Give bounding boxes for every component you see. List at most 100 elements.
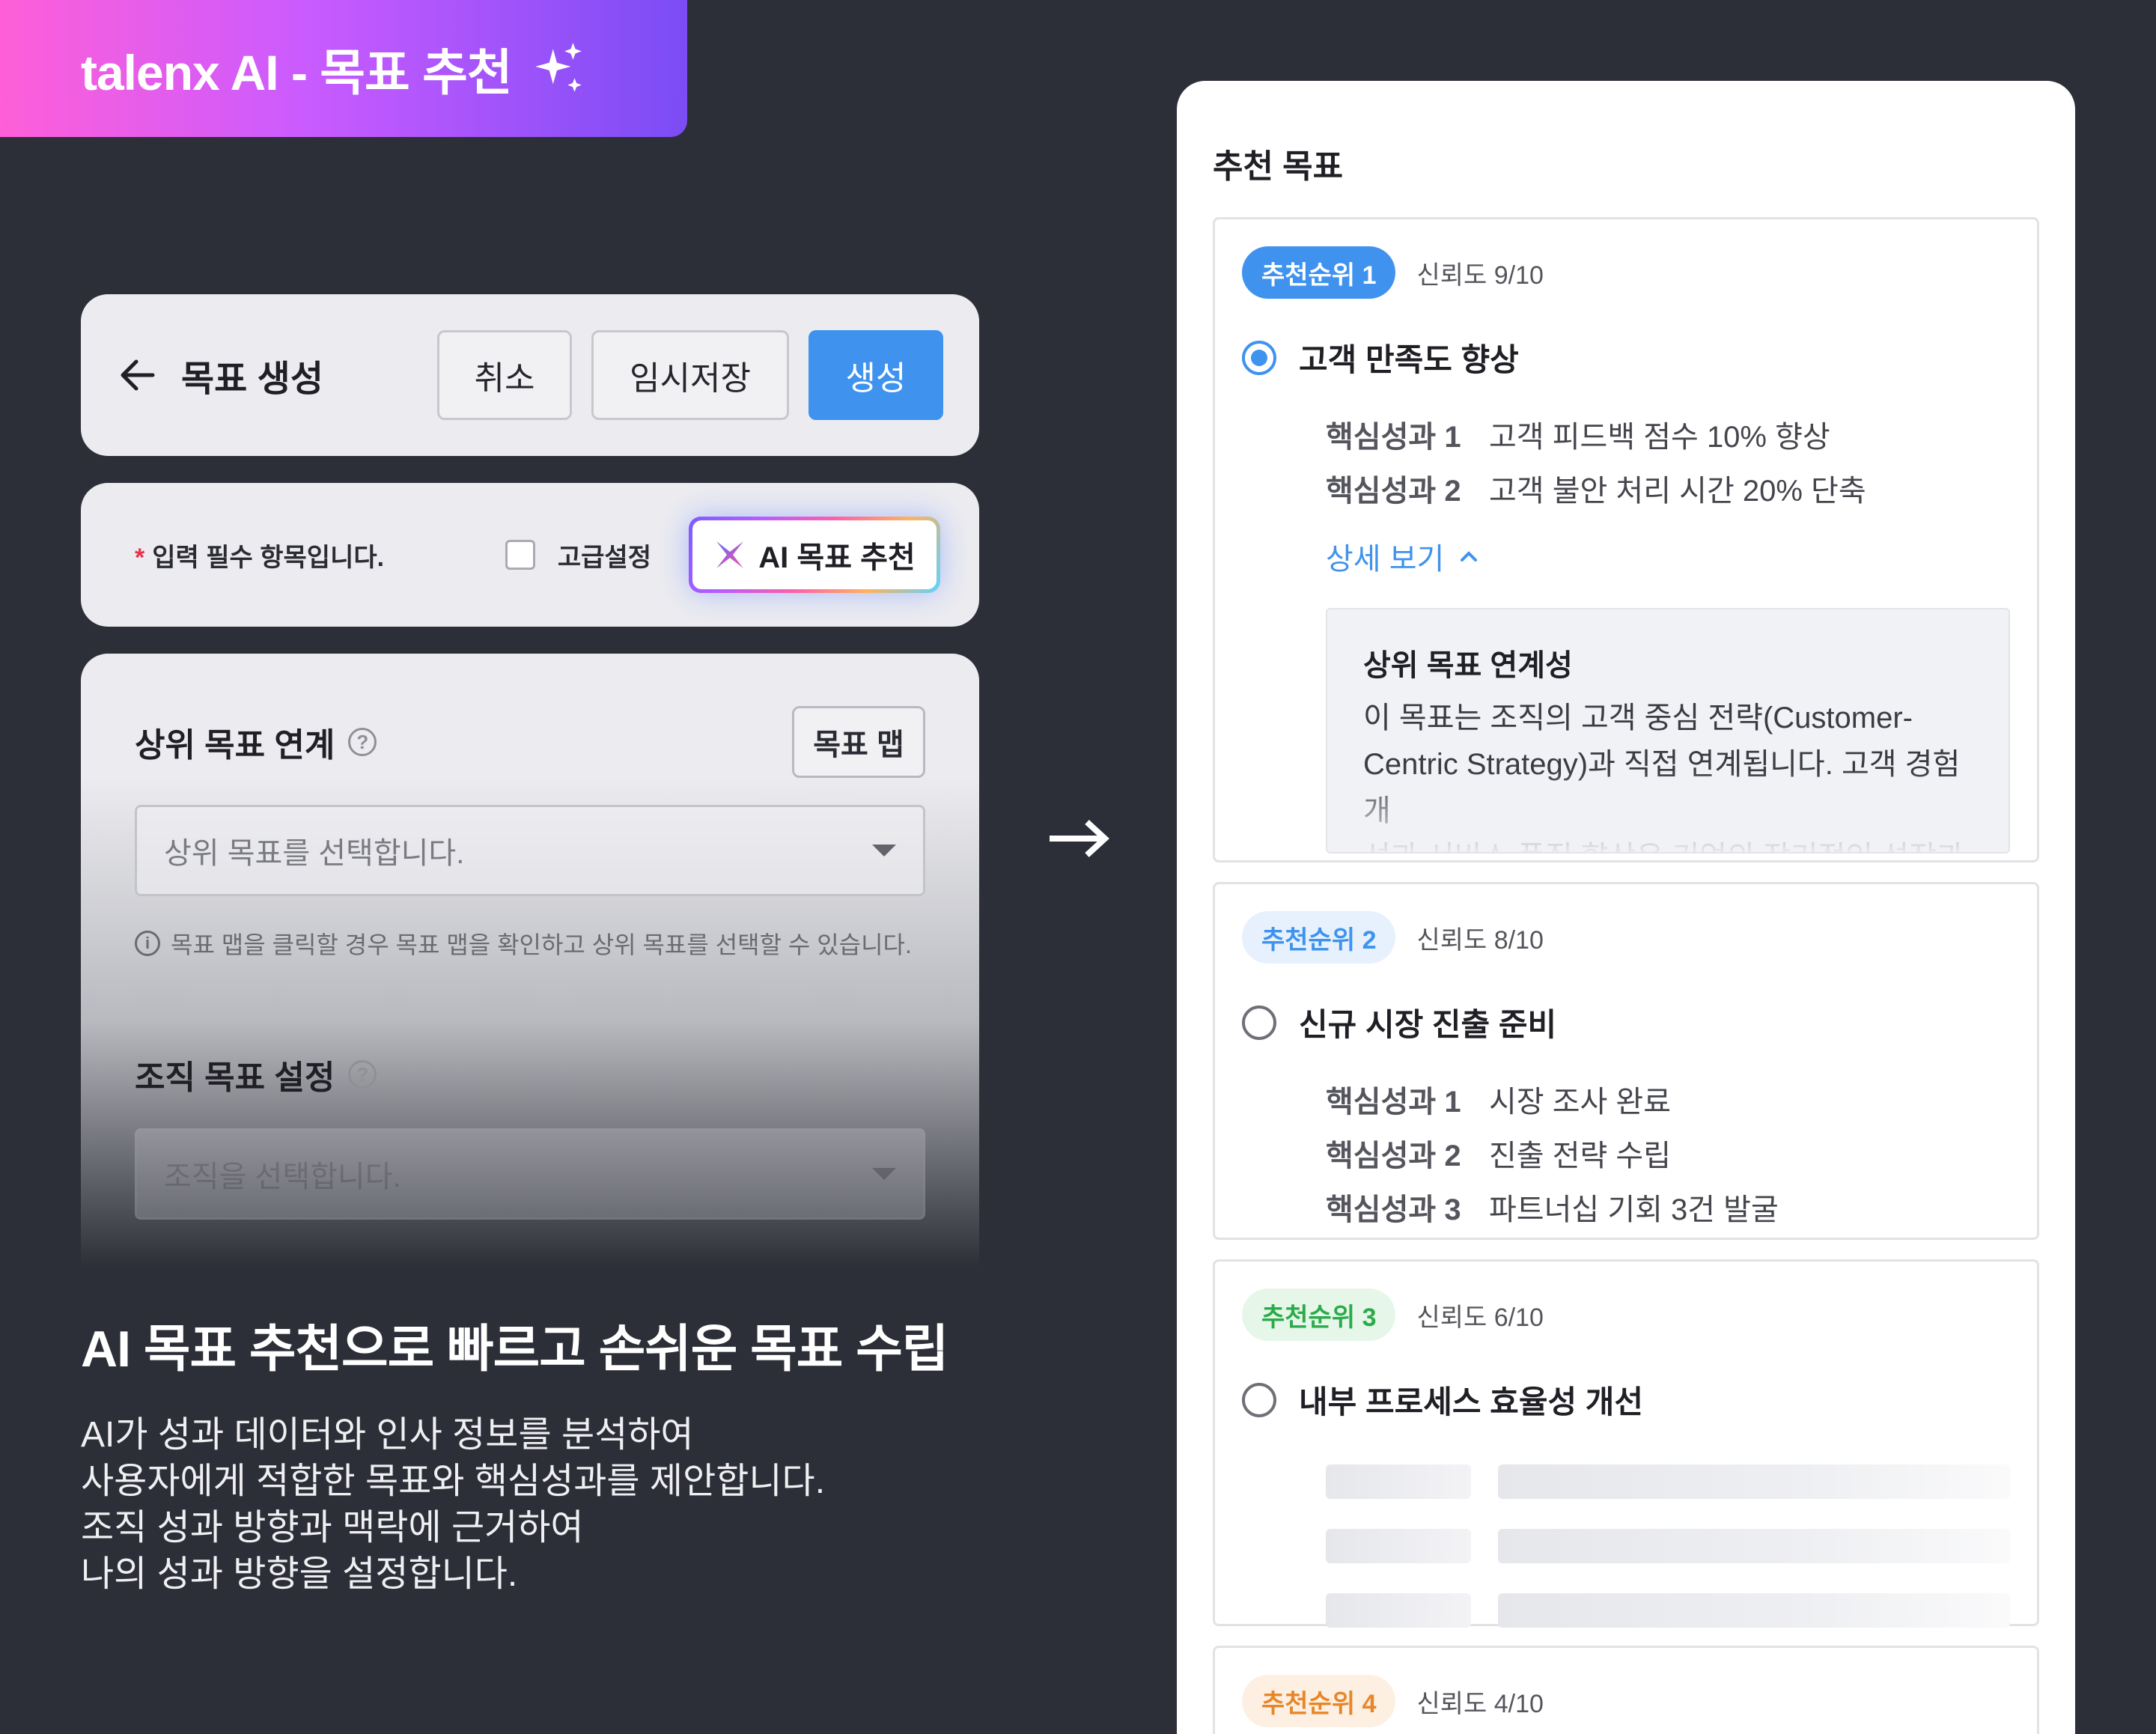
chevron-up-icon [1461,551,1478,562]
recommendation-card[interactable]: 추천순위 4 신뢰도 4/10 [1213,1646,2039,1734]
required-star: * [135,543,145,572]
key-results: 핵심성과 1 고객 피드백 점수 10% 향상 핵심성과 2 고객 불안 처리 … [1326,410,2010,518]
recommendation-card[interactable]: 추천순위 3 신뢰도 6/10 내부 프로세스 효율성 개선 [1213,1259,2039,1628]
ai-recommend-button[interactable]: AI 목표 추천 [692,520,937,589]
info-text: 목표 맵을 클릭할 경우 목표 맵을 확인하고 상위 목표를 선택할 수 있습니… [171,931,912,958]
title-banner: talenx AI - 목표 추천 [0,0,687,137]
goal-name: 신규 시장 진출 준비 [1299,1007,1557,1042]
key-result-row: 핵심성과 1 시장 조사 완료 [1326,1075,2010,1129]
key-result-label: 핵심성과 1 [1326,1086,1461,1119]
temp-save-button[interactable]: 임시저장 [591,330,789,420]
org-select[interactable]: 조직을 선택합니다. [135,1128,925,1220]
radio-selected[interactable] [1242,340,1276,375]
help-icon[interactable]: ? [348,1060,377,1089]
recommendation-card[interactable]: 추천순위 1 신뢰도 9/10 고객 만족도 향상 핵심성과 1 고객 피드백 … [1213,217,2039,863]
goal-form: 상위 목표 연계? 목표 맵 상위 목표를 선택합니다. i 목표 맵을 클릭할… [81,654,979,1268]
card-header: 추천순위 4 신뢰도 4/10 [1242,1675,2010,1727]
key-result-label: 핵심성과 2 [1326,475,1461,508]
key-result-row: 핵심성과 2 고객 불안 처리 시간 20% 단축 [1326,464,2010,518]
goal-option[interactable]: 고객 만족도 향상 [1242,335,2010,380]
goal-option[interactable]: 신규 시장 진출 준비 [1242,1000,2010,1045]
detail-title: 상위 목표 연계성 [1363,649,1573,682]
chevron-down-icon [872,1168,896,1180]
detail-line: Centric Strategy)과 직접 연계됩니다. 고객 경험 개 [1363,748,1961,827]
goal-create-header: 목표 생성 취소 임시저장 생성 [81,294,979,456]
parent-goal-info: i 목표 맵을 클릭할 경우 목표 맵을 확인하고 상위 목표를 선택할 수 있… [135,926,925,961]
parent-goal-label: 상위 목표 연계? [135,718,377,766]
back-arrow-icon[interactable] [117,354,159,396]
parent-goal-placeholder: 상위 목표를 선택합니다. [164,837,465,870]
goal-map-button[interactable]: 목표 맵 [792,706,925,778]
reliability-score: 신뢰도 8/10 [1416,925,1544,955]
detail-text: 이 목표는 조직의 고객 중심 전략(Customer- Centric Str… [1363,695,1976,852]
detail-line: 이 목표는 조직의 고객 중심 전략(Customer- [1363,702,1913,734]
recommendations-panel: 추천 목표 추천순위 1 신뢰도 9/10 고객 만족도 향상 핵심성과 1 고… [1177,81,2075,1734]
skeleton-row [1326,1593,2010,1628]
ai-recommend-button-border: AI 목표 추천 [689,517,940,593]
recommendation-card[interactable]: 추천순위 2 신뢰도 8/10 신규 시장 진출 준비 핵심성과 1 시장 조사… [1213,882,2039,1240]
skeleton-row [1326,1464,2010,1499]
skeleton-value [1498,1464,2010,1499]
key-result-label: 핵심성과 1 [1326,421,1461,454]
key-result-value: 고객 피드백 점수 10% 향상 [1489,421,1830,454]
required-note: * 입력 필수 항목입니다. [135,537,505,574]
goal-name: 고객 만족도 향상 [1299,342,1519,377]
key-result-row: 핵심성과 2 진출 전략 수립 [1326,1129,2010,1183]
description-line: 사용자에게 적합한 목표와 핵심성과를 제안합니다. [81,1461,826,1501]
arrow-right-icon [1050,820,1109,857]
org-goal-label: 조직 목표 설정? [135,1050,925,1098]
sparkle-icon [535,42,582,92]
chevron-down-icon [872,845,896,857]
org-goal-label-text: 조직 목표 설정 [135,1059,335,1096]
goal-name: 내부 프로세스 효율성 개선 [1299,1384,1644,1420]
detail-toggle-label: 상세 보기 [1326,543,1445,576]
ai-star-icon [716,541,744,568]
loading-skeleton [1326,1464,2010,1628]
radio-unselected[interactable] [1242,1382,1276,1417]
rank-badge: 추천순위 2 [1242,911,1396,964]
skeleton-label [1326,1464,1472,1499]
reliability-score: 신뢰도 6/10 [1416,1303,1544,1332]
detail-panel: 상위 목표 연계성 이 목표는 조직의 고객 중심 전략(Customer- C… [1326,608,2010,854]
key-result-row: 핵심성과 1 고객 피드백 점수 10% 향상 [1326,410,2010,464]
skeleton-label [1326,1593,1472,1628]
help-icon[interactable]: ? [348,728,377,756]
page-title: 목표 생성 [181,359,323,399]
key-result-value: 진출 전략 수립 [1489,1140,1672,1172]
description-line: 조직 성과 방향과 맥락에 근거하여 [81,1508,584,1548]
create-button[interactable]: 생성 [808,330,943,420]
key-result-value: 시장 조사 완료 [1489,1086,1672,1119]
recommendations-title: 추천 목표 [1213,148,1344,185]
skeleton-value [1498,1529,2010,1563]
key-result-row: 핵심성과 3 파트너십 기회 3건 발굴 [1326,1183,2010,1237]
required-text: 입력 필수 항목입니다. [152,543,385,572]
rank-badge: 추천순위 3 [1242,1289,1396,1341]
reliability-score: 신뢰도 4/10 [1416,1689,1544,1718]
key-result-label: 핵심성과 3 [1326,1193,1461,1226]
radio-unselected[interactable] [1242,1005,1276,1040]
detail-toggle-link[interactable]: 상세 보기 [1326,535,2010,578]
banner-title: talenx AI - 목표 추천 [81,44,513,100]
description-line: AI가 성과 데이터와 인사 정보를 분석하여 [81,1415,694,1455]
cancel-button[interactable]: 취소 [437,330,572,420]
card-header: 추천순위 2 신뢰도 8/10 [1242,911,2010,964]
rank-badge: 추천순위 4 [1242,1675,1396,1727]
goal-option[interactable]: 내부 프로세스 효율성 개선 [1242,1377,2010,1423]
parent-goal-select[interactable]: 상위 목표를 선택합니다. [135,805,925,896]
key-result-value: 고객 불안 처리 시간 20% 단축 [1489,475,1866,508]
org-placeholder: 조직을 선택합니다. [164,1160,401,1193]
description-line: 나의 성과 방향을 설정합니다. [81,1554,518,1594]
rank-badge: 추천순위 1 [1242,246,1396,299]
skeleton-label [1326,1529,1472,1563]
key-result-label: 핵심성과 2 [1326,1140,1461,1172]
key-result-value: 파트너십 기회 3건 발굴 [1489,1193,1779,1226]
options-bar: * 입력 필수 항목입니다. 고급설정 AI 목표 추천 [81,483,979,627]
card-header: 추천순위 1 신뢰도 9/10 [1242,246,2010,299]
info-icon: i [135,931,160,956]
description: AI가 성과 데이터와 인사 정보를 분석하여 사용자에게 적합한 목표와 핵심… [81,1412,825,1598]
ai-recommend-label: AI 목표 추천 [758,541,916,574]
reliability-score: 신뢰도 9/10 [1416,261,1544,290]
skeleton-value [1498,1593,2010,1628]
parent-goal-row: 상위 목표 연계? 목표 맵 [135,706,925,778]
advanced-settings-checkbox[interactable] [505,540,535,570]
